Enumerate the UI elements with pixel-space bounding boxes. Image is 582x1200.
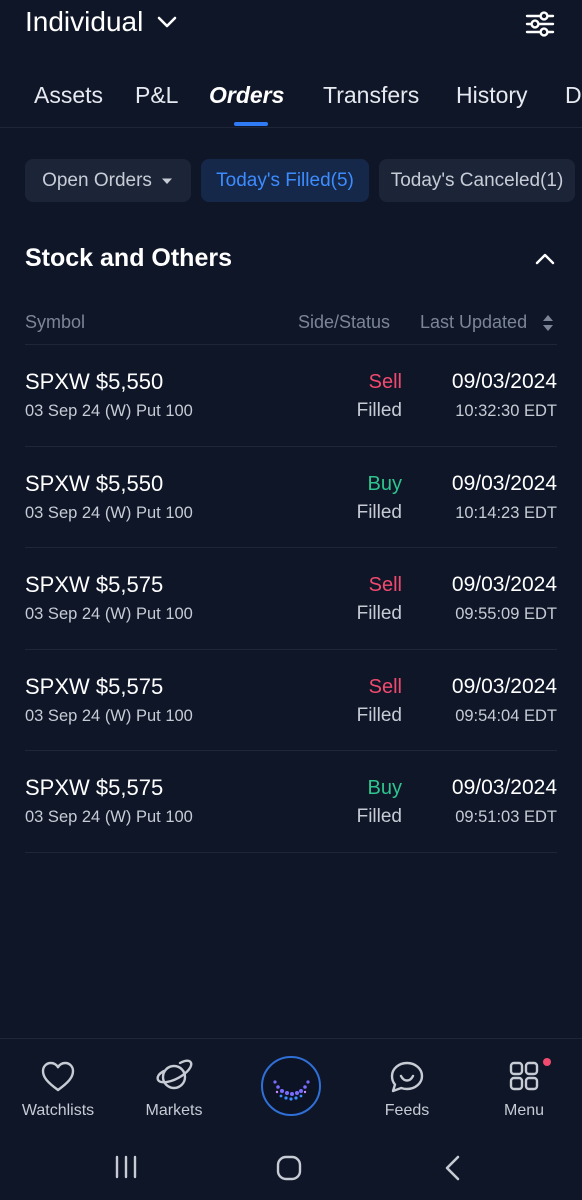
home-icon[interactable]	[275, 1154, 303, 1182]
open-orders-label: Open Orders	[42, 169, 152, 191]
tab-assets[interactable]: Assets	[34, 82, 103, 109]
order-time: 09:51:03 EDT	[455, 808, 557, 826]
order-symbol: SPXW $5,575	[25, 775, 164, 800]
order-side: Sell	[368, 371, 402, 393]
system-nav-bar	[0, 1136, 582, 1200]
nav-markets[interactable]: Markets	[124, 1039, 224, 1137]
tab-history[interactable]: History	[456, 82, 528, 109]
order-symbol: SPXW $5,550	[25, 369, 164, 394]
order-detail: 03 Sep 24 (W) Put 100	[25, 808, 193, 826]
nav-watchlists[interactable]: Watchlists	[8, 1039, 108, 1137]
order-status: Filled	[356, 806, 402, 827]
orders-list: SPXW $5,550 03 Sep 24 (W) Put 100 Sell F…	[25, 345, 557, 853]
section-title: Stock and Others	[25, 244, 232, 272]
active-tab-indicator	[234, 122, 268, 126]
recent-apps-icon[interactable]	[113, 1154, 139, 1180]
tab-pnl[interactable]: P&L	[135, 82, 178, 109]
table-row[interactable]: SPXW $5,575 03 Sep 24 (W) Put 100 Sell F…	[25, 650, 557, 751]
back-icon[interactable]	[441, 1154, 465, 1182]
app-logo-icon	[273, 1080, 310, 1101]
column-header-side-status: Side/Status	[298, 312, 391, 332]
tab-orders[interactable]: Orders	[209, 82, 284, 109]
order-side: Buy	[367, 777, 402, 799]
nav-feeds-label: Feeds	[384, 1102, 430, 1119]
order-time: 09:54:04 EDT	[455, 706, 557, 725]
header: Individual	[0, 0, 582, 52]
grid-icon	[509, 1061, 539, 1091]
caret-down-icon	[161, 178, 172, 184]
todays-canceled-chip[interactable]: Today's Canceled(1)	[379, 159, 575, 202]
table-row[interactable]: SPXW $5,550 03 Sep 24 (W) Put 100 Buy Fi…	[25, 447, 557, 548]
heart-icon	[41, 1061, 75, 1092]
order-side: Buy	[367, 472, 402, 495]
tab-bar: Assets P&L Orders Transfers History D	[0, 62, 582, 128]
table-row[interactable]: SPXW $5,575 03 Sep 24 (W) Put 100 Buy Fi…	[25, 751, 557, 853]
nav-menu[interactable]: Menu	[474, 1039, 574, 1137]
order-detail: 03 Sep 24 (W) Put 100	[25, 503, 193, 522]
chevron-up-icon[interactable]	[534, 248, 556, 270]
order-time: 10:32:30 EDT	[455, 402, 557, 420]
order-status: Filled	[356, 501, 402, 523]
account-label: Individual	[25, 6, 144, 37]
order-side: Sell	[368, 574, 402, 596]
nav-markets-label: Markets	[145, 1102, 203, 1119]
order-time: 09:55:09 EDT	[455, 605, 557, 623]
order-detail: 03 Sep 24 (W) Put 100	[25, 706, 193, 725]
planet-icon	[156, 1059, 193, 1090]
sliders-icon[interactable]	[524, 8, 556, 40]
order-symbol: SPXW $5,575	[25, 673, 164, 699]
order-detail: 03 Sep 24 (W) Put 100	[25, 605, 193, 623]
order-symbol: SPXW $5,550	[25, 470, 164, 496]
order-date: 09/03/2024	[451, 573, 557, 596]
order-symbol: SPXW $5,575	[25, 572, 164, 597]
chat-smile-icon	[390, 1061, 424, 1093]
notification-dot	[543, 1058, 551, 1066]
order-status: Filled	[356, 704, 402, 726]
tab-more[interactable]: D	[565, 82, 582, 109]
order-date: 09/03/2024	[451, 370, 557, 393]
order-time: 10:14:23 EDT	[455, 503, 557, 522]
order-status: Filled	[356, 400, 402, 421]
todays-filled-chip[interactable]: Today's Filled(5)	[201, 159, 369, 202]
nav-menu-label: Menu	[503, 1102, 545, 1119]
column-header-last-updated[interactable]: Last Updated	[420, 312, 527, 333]
sort-icon[interactable]	[541, 312, 555, 334]
nav-feeds[interactable]: Feeds	[357, 1039, 457, 1137]
order-side: Sell	[368, 675, 402, 698]
order-status: Filled	[356, 603, 402, 624]
tab-transfers[interactable]: Transfers	[323, 82, 419, 109]
todays-canceled-label: Today's Canceled(1)	[390, 169, 564, 191]
order-date: 09/03/2024	[451, 471, 557, 495]
todays-filled-label: Today's Filled(5)	[216, 169, 354, 191]
table-row[interactable]: SPXW $5,575 03 Sep 24 (W) Put 100 Sell F…	[25, 548, 557, 650]
chevron-down-icon	[158, 16, 177, 28]
order-date: 09/03/2024	[451, 776, 557, 799]
column-header-symbol: Symbol	[25, 312, 86, 332]
open-orders-dropdown[interactable]: Open Orders	[25, 159, 191, 202]
app-home-button[interactable]	[261, 1056, 321, 1116]
nav-watchlists-label: Watchlists	[21, 1102, 95, 1119]
order-detail: 03 Sep 24 (W) Put 100	[25, 402, 193, 420]
account-selector[interactable]: Individual	[25, 6, 179, 38]
order-date: 09/03/2024	[451, 674, 557, 698]
table-row[interactable]: SPXW $5,550 03 Sep 24 (W) Put 100 Sell F…	[25, 345, 557, 447]
